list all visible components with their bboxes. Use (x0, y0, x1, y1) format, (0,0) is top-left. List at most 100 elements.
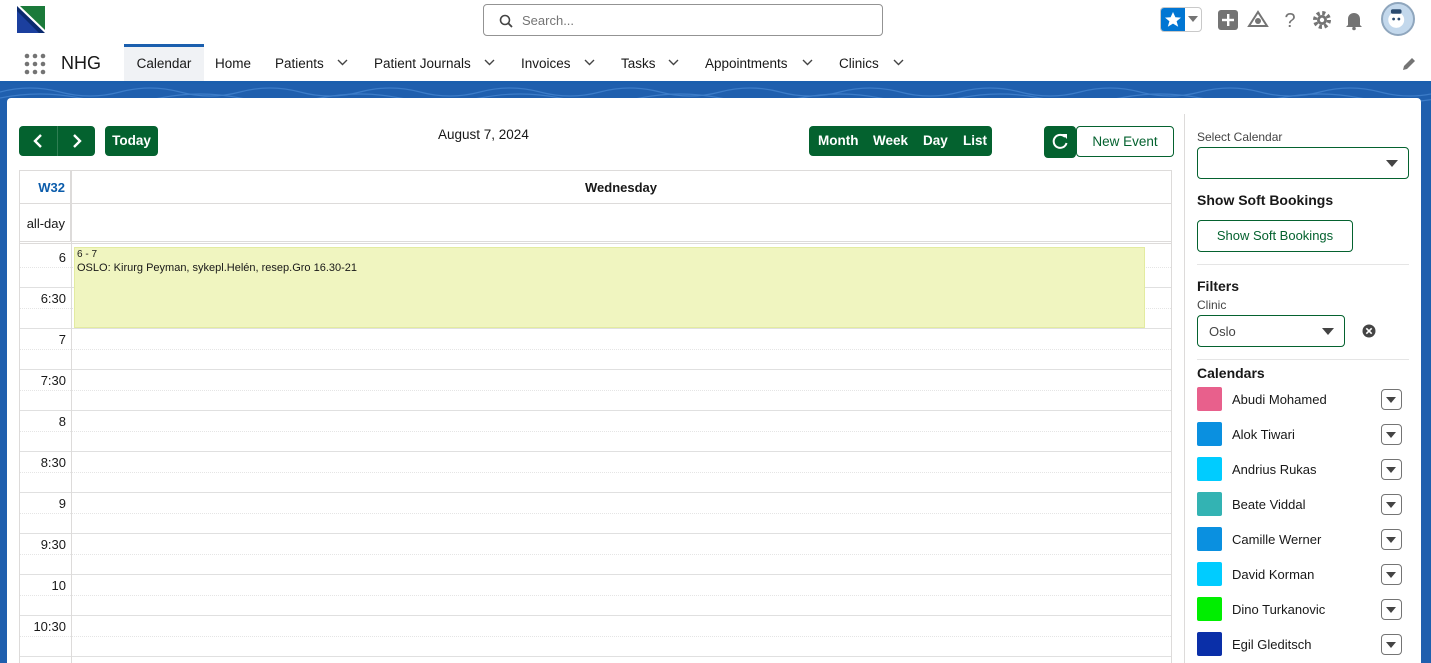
calendar-color-swatch[interactable] (1197, 492, 1222, 516)
time-slot[interactable]: 8 (20, 411, 1171, 432)
calendar-name: David Korman (1232, 567, 1315, 582)
calendar-color-swatch[interactable] (1197, 457, 1222, 481)
view-day-button[interactable]: Day (923, 133, 948, 148)
calendar-color-swatch[interactable] (1197, 422, 1222, 446)
user-avatar[interactable] (1381, 2, 1415, 36)
time-slot[interactable] (20, 555, 1171, 575)
time-slot[interactable]: 9 (20, 493, 1171, 514)
calendar-list-item[interactable]: Alok Tiwari (1197, 422, 1403, 447)
global-search-input[interactable]: Search... (483, 4, 883, 36)
nav-tab-tasks[interactable]: Tasks (621, 44, 656, 81)
calendar-name: Camille Werner (1232, 532, 1322, 547)
day-name-header: Wednesday (584, 180, 657, 195)
calendar-menu-button[interactable] (1381, 634, 1402, 655)
app-launcher-icon[interactable] (24, 53, 46, 75)
app-nav-bar: NHG Calendar Home Patients Patient Journ… (0, 44, 1431, 84)
calendar-name: Egil Gleditsch (1232, 637, 1312, 652)
calendar-menu-button[interactable] (1381, 424, 1402, 445)
calendar-color-swatch[interactable] (1197, 632, 1222, 656)
nav-tab-home[interactable]: Home (215, 44, 251, 81)
time-slot[interactable] (20, 391, 1171, 411)
gear-icon[interactable] (1311, 9, 1333, 31)
nav-tab-label: Clinics (839, 56, 879, 71)
view-week-button[interactable]: Week (873, 133, 908, 148)
chevron-down-icon[interactable] (802, 59, 813, 66)
calendar-menu-button[interactable] (1381, 564, 1402, 585)
chevron-down-icon[interactable] (584, 59, 595, 66)
time-slot[interactable]: 11 (20, 657, 1171, 663)
calendar-color-swatch[interactable] (1197, 387, 1222, 411)
nav-tab-patients[interactable]: Patients (275, 44, 324, 81)
today-button[interactable]: Today (105, 126, 158, 156)
calendar-menu-button[interactable] (1381, 389, 1402, 410)
nav-tab-invoices[interactable]: Invoices (521, 44, 571, 81)
select-calendar-label: Select Calendar (1197, 130, 1283, 144)
help-icon[interactable]: ? (1279, 9, 1301, 31)
calendar-list-item[interactable]: Dino Turkanovic (1197, 597, 1403, 622)
time-slot[interactable]: 8:30 (20, 452, 1171, 473)
view-month-button[interactable]: Month (818, 133, 858, 148)
add-icon[interactable] (1217, 9, 1239, 31)
calendar-menu-button[interactable] (1381, 599, 1402, 620)
calendar-color-swatch[interactable] (1197, 527, 1222, 551)
calendar-color-swatch[interactable] (1197, 562, 1222, 586)
all-day-label: all-day (20, 204, 71, 241)
trailhead-icon[interactable] (1247, 9, 1269, 31)
week-number[interactable]: W32 (20, 171, 71, 204)
chevron-down-icon[interactable] (893, 59, 904, 66)
refresh-button[interactable] (1044, 126, 1076, 158)
chevron-down-icon[interactable] (484, 59, 495, 66)
event-time: 6 - 7 (77, 249, 98, 260)
chevron-down-icon[interactable] (337, 59, 348, 66)
favorites-button[interactable] (1160, 7, 1202, 32)
nav-tab-label: Appointments (705, 56, 788, 71)
time-slot[interactable] (20, 432, 1171, 452)
calendar-event[interactable]: 6 - 7 OSLO: Kirurg Peyman, sykepl.Helén,… (74, 247, 1145, 328)
time-slot[interactable] (20, 350, 1171, 370)
nav-tab-appointments[interactable]: Appointments (705, 44, 788, 81)
calendar-list-item[interactable]: Beate Viddal (1197, 492, 1403, 517)
nav-tab-label: Patient Journals (374, 56, 471, 71)
app-logo-icon[interactable] (17, 6, 45, 33)
select-calendar-dropdown[interactable] (1197, 147, 1409, 179)
time-slot[interactable]: 7 (20, 329, 1171, 350)
time-slot[interactable] (20, 473, 1171, 493)
clinic-dropdown[interactable]: Oslo (1197, 315, 1345, 347)
calendar-list-item[interactable]: Abudi Mohamed (1197, 387, 1403, 412)
clinic-label: Clinic (1197, 298, 1227, 312)
all-day-row[interactable]: all-day (20, 204, 1171, 244)
time-slot[interactable]: 9:30 (20, 534, 1171, 555)
nav-tab-calendar[interactable]: Calendar (124, 44, 204, 81)
show-soft-bookings-button[interactable]: Show Soft Bookings (1197, 220, 1353, 252)
event-title: OSLO: Kirurg Peyman, sykepl.Helén, resep… (77, 262, 358, 274)
calendar-list-item[interactable]: Andrius Rukas (1197, 457, 1403, 482)
calendar-menu-button[interactable] (1381, 529, 1402, 550)
calendar-menu-button[interactable] (1381, 459, 1402, 480)
calendar-color-swatch[interactable] (1197, 597, 1222, 621)
chevron-left-icon (33, 134, 42, 148)
time-slot[interactable]: 10:30 (20, 616, 1171, 637)
chevron-down-icon[interactable] (668, 59, 679, 66)
time-slot[interactable]: 7:30 (20, 370, 1171, 391)
bell-icon[interactable] (1343, 9, 1365, 31)
time-slot[interactable] (20, 514, 1171, 534)
calendar-list-item[interactable]: Camille Werner (1197, 527, 1403, 552)
calendar-list-item[interactable]: Egil Gleditsch (1197, 632, 1403, 657)
time-slot-label: 8:30 (40, 455, 66, 470)
new-event-button[interactable]: New Event (1076, 126, 1174, 157)
time-slot[interactable] (20, 637, 1171, 657)
prev-button[interactable] (19, 126, 57, 156)
chevron-down-icon[interactable] (1188, 16, 1198, 23)
clear-filter-icon[interactable] (1362, 324, 1376, 338)
nav-tab-patient-journals[interactable]: Patient Journals (374, 44, 471, 81)
edit-nav-icon[interactable] (1402, 56, 1417, 71)
calendar-menu-button[interactable] (1381, 494, 1402, 515)
time-slot-label: 7:30 (40, 373, 66, 388)
calendar-list-item[interactable]: David Korman (1197, 562, 1403, 587)
time-slot[interactable]: 10 (20, 575, 1171, 596)
nav-tab-clinics[interactable]: Clinics (839, 44, 879, 81)
view-list-button[interactable]: List (963, 133, 987, 148)
time-slot[interactable] (20, 596, 1171, 616)
next-button[interactable] (57, 126, 95, 156)
nav-tab-label: Calendar (136, 56, 192, 71)
